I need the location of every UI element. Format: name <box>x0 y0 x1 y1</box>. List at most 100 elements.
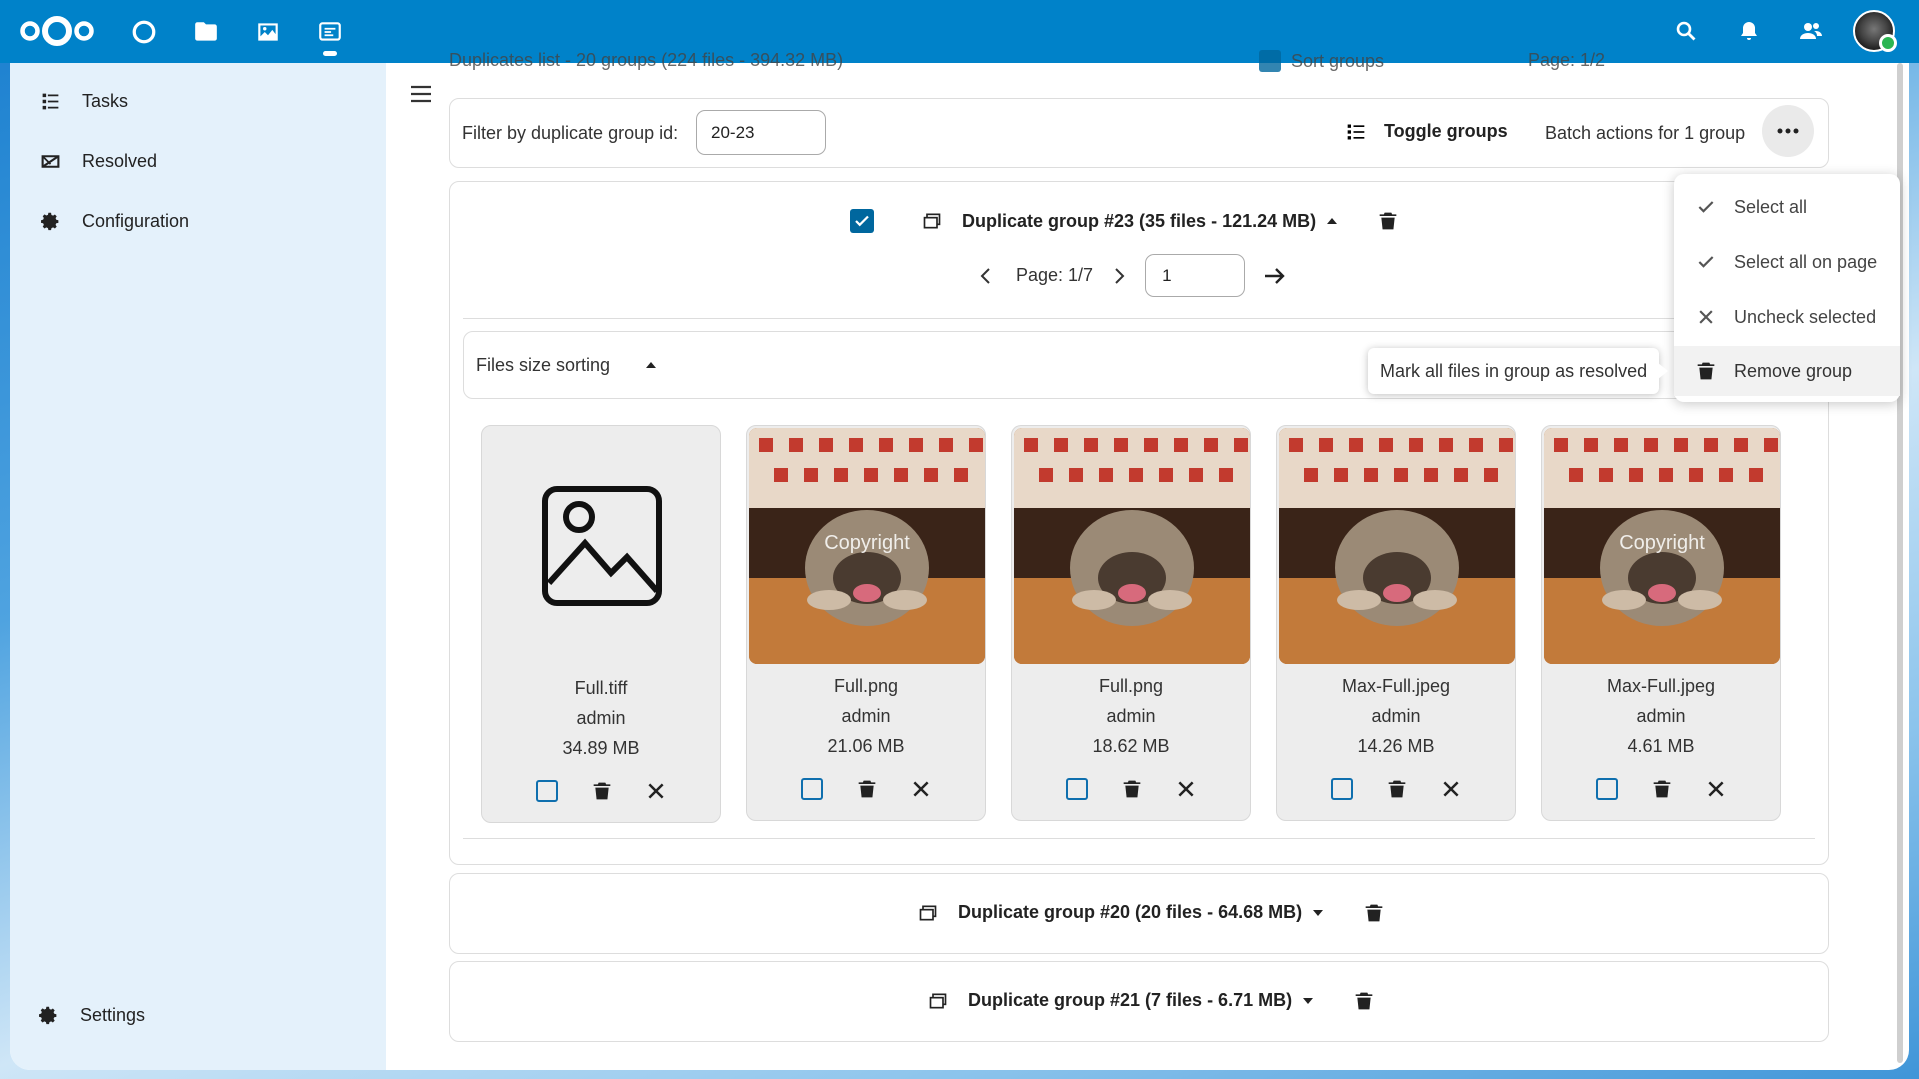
group-stack-icon <box>919 905 937 920</box>
menu-item-uncheck-selected[interactable]: Uncheck selected <box>1674 292 1900 342</box>
trash-icon[interactable] <box>1354 991 1374 1011</box>
file-actions <box>747 778 985 800</box>
settings-button[interactable]: Settings <box>20 993 370 1037</box>
divider <box>463 318 1815 319</box>
file-size: 18.62 MB <box>1092 736 1170 756</box>
tooltip: Mark all files in group as resolved <box>1368 348 1669 394</box>
group-header-21[interactable]: Duplicate group #21 (7 files - 6.71 MB) <box>928 990 1374 1011</box>
sort-groups-control[interactable]: Sort groups <box>1259 50 1384 72</box>
trash-icon <box>1697 362 1715 380</box>
close-icon[interactable] <box>1441 779 1461 799</box>
trash-icon[interactable] <box>592 781 612 801</box>
page-number-input[interactable]: 1 <box>1145 254 1246 297</box>
file-card[interactable]: Copyright Max-Full.jpeg admin 4.61 MB <box>1541 425 1781 821</box>
group-stack-icon <box>923 213 941 229</box>
close-icon <box>1699 310 1713 324</box>
check-icon <box>1698 201 1714 213</box>
duplicates-list-title: Duplicates list - 20 groups (224 files -… <box>449 50 844 70</box>
menu-item-remove-group[interactable]: Remove group <box>1674 346 1900 396</box>
file-select-checkbox[interactable] <box>801 778 823 800</box>
toggle-groups-button[interactable]: Toggle groups <box>1346 121 1508 142</box>
file-preview[interactable] <box>484 428 720 664</box>
file-size: 14.26 MB <box>1357 736 1435 756</box>
sidebar: Tasks Resolved Configuration Settings <box>10 63 386 1070</box>
trash-icon[interactable] <box>1364 903 1384 923</box>
file-select-checkbox[interactable] <box>536 780 558 802</box>
more-dots-icon <box>1777 128 1799 134</box>
trash-icon[interactable] <box>1387 779 1407 799</box>
file-card[interactable]: Copyright Full.png admin 21.06 MB <box>746 425 986 821</box>
files-icon[interactable] <box>191 17 221 47</box>
file-preview[interactable]: Copyright <box>1544 428 1780 664</box>
file-name: Full.png <box>833 676 899 696</box>
menu-toggle-icon[interactable] <box>408 81 434 107</box>
sidebar-item-resolved[interactable]: Resolved <box>22 139 372 183</box>
trash-icon[interactable] <box>857 779 877 799</box>
file-size: 34.89 MB <box>562 738 640 758</box>
sidebar-item-label: Configuration <box>82 210 190 231</box>
file-size: 4.61 MB <box>1627 736 1695 756</box>
file-select-checkbox[interactable] <box>1066 778 1088 800</box>
file-owner: admin <box>1636 706 1686 726</box>
trash-icon[interactable] <box>1378 211 1398 231</box>
close-icon[interactable] <box>1706 779 1726 799</box>
sidebar-item-configuration[interactable]: Configuration <box>22 199 372 243</box>
file-size: 21.06 MB <box>827 736 905 756</box>
file-select-checkbox[interactable] <box>1331 778 1353 800</box>
trash-icon[interactable] <box>1652 779 1672 799</box>
watermark-text: Copyright <box>1619 532 1705 554</box>
file-owner: admin <box>1106 706 1156 726</box>
sidebar-item-tasks[interactable]: Tasks <box>22 79 372 123</box>
list-icon <box>1347 124 1365 139</box>
menu-item-select-all[interactable]: Select all <box>1674 182 1900 232</box>
group-header-20[interactable]: Duplicate group #20 (20 files - 64.68 MB… <box>918 902 1384 923</box>
dashboard-icon[interactable] <box>129 17 159 47</box>
sidebar-item-label: Tasks <box>82 90 129 111</box>
arrow-right-icon[interactable] <box>1263 266 1287 286</box>
close-icon[interactable] <box>1176 779 1196 799</box>
file-actions <box>482 780 720 802</box>
menu-item-select-all-on-page[interactable]: Select all on page <box>1674 237 1900 287</box>
nextcloud-logo[interactable] <box>18 14 96 48</box>
file-name: Full.png <box>1098 676 1164 696</box>
settings-label: Settings <box>80 1004 146 1025</box>
image-placeholder-icon <box>542 486 662 606</box>
file-card[interactable]: Full.tiff admin 34.89 MB <box>481 425 721 823</box>
file-owner: admin <box>576 708 626 728</box>
group-page-label: Page: 1/7 <box>1016 265 1094 285</box>
file-actions <box>1012 778 1250 800</box>
duplicates-app-icon[interactable] <box>315 17 345 56</box>
chevron-left-icon[interactable] <box>978 267 994 285</box>
file-card[interactable]: Max-Full.jpeg admin 14.26 MB <box>1276 425 1516 821</box>
group-header-23[interactable]: Duplicate group #23 (35 files - 121.24 M… <box>850 209 1398 233</box>
file-select-checkbox[interactable] <box>1596 778 1618 800</box>
watermark-text: Copyright <box>824 532 910 554</box>
notifications-bell-icon[interactable] <box>1734 16 1764 46</box>
check-icon <box>855 215 869 227</box>
menu-item-label: Uncheck selected <box>1734 306 1877 327</box>
close-icon[interactable] <box>646 781 666 801</box>
file-preview[interactable] <box>1014 428 1250 664</box>
group-id-filter-input[interactable]: 20-23 <box>696 110 826 155</box>
file-preview[interactable] <box>1279 428 1515 664</box>
chevron-up-icon[interactable] <box>645 360 657 370</box>
close-icon[interactable] <box>911 779 931 799</box>
top-bar <box>0 0 1919 63</box>
file-name: Full.tiff <box>574 678 628 698</box>
chevron-right-icon[interactable] <box>1111 267 1127 285</box>
chevron-up-icon <box>1327 218 1338 224</box>
contacts-icon[interactable] <box>1796 16 1826 46</box>
checkbox <box>1259 50 1281 72</box>
file-card[interactable]: Full.png admin 18.62 MB <box>1011 425 1251 821</box>
group-title: Duplicate group #23 (35 files - 121.24 M… <box>962 210 1317 231</box>
trash-icon[interactable] <box>1122 779 1142 799</box>
toggle-groups-label: Toggle groups <box>1384 121 1508 141</box>
resolved-icon <box>38 149 62 173</box>
file-preview[interactable]: Copyright <box>749 428 985 664</box>
search-icon[interactable] <box>1671 16 1701 46</box>
more-actions-button[interactable] <box>1762 105 1814 157</box>
batch-actions-menu: Select all Select all on page Uncheck se… <box>1674 174 1900 402</box>
group-select-checkbox[interactable] <box>850 209 874 233</box>
files-sort-label[interactable]: Files size sorting <box>476 355 610 376</box>
photos-icon[interactable] <box>253 17 283 47</box>
